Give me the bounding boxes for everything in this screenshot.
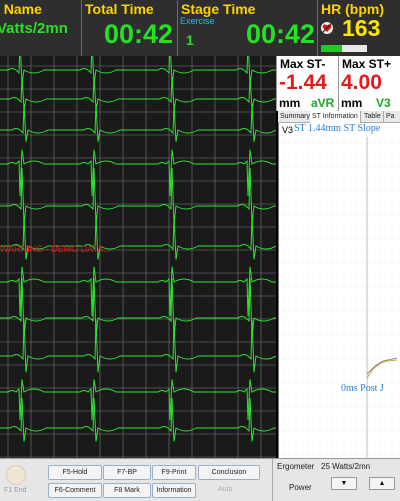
end-test-button[interactable]: F1 End: [4, 463, 28, 499]
max-st-minus-label: Max ST-: [280, 57, 326, 71]
ecg-trace: [0, 56, 276, 84]
print-button[interactable]: F9-Print: [152, 465, 196, 480]
total-time-value: 00:42: [103, 19, 173, 49]
ecg-trace: [0, 397, 276, 442]
ecg-trace: [0, 103, 276, 142]
st-panel-lead: V3: [282, 125, 294, 135]
max-st-minus-box: Max ST- -1.44 mm aVR: [276, 56, 338, 111]
ecg-trace: [0, 76, 276, 109]
stage-phase-label: Exercise: [180, 16, 215, 26]
end-icon: [6, 465, 26, 485]
max-st-plus-lead: V3: [376, 96, 391, 110]
stage-time-cell: Stage Time Exercise 1 00:42: [178, 0, 318, 56]
st-complex-plot: [279, 137, 400, 458]
power-down-button[interactable]: ▼: [331, 477, 357, 490]
heart-rate-cell: HR (bpm) 163: [318, 0, 400, 56]
max-st-plus-box: Max ST+ 4.00 mm V3: [338, 56, 400, 111]
max-st-plus-value: 4.00: [341, 71, 382, 94]
st-information-panel: V3 ST 1.44mm ST Slope 0ms Post J: [278, 123, 400, 458]
ergometer-label: Ergometer: [277, 462, 315, 471]
max-st-plus-label: Max ST+: [342, 57, 392, 71]
max-st-minus-unit: mm: [279, 96, 301, 110]
st-post-j-label: 0ms Post J: [341, 383, 384, 394]
heart-rate-value: 163: [342, 15, 381, 41]
end-test-label: F1 End: [4, 487, 27, 494]
control-bar: F1 End F5-Hold F7-BP F9-Print Conclusion…: [0, 458, 400, 501]
auto-toggle[interactable]: Auto: [218, 486, 232, 493]
ergometer-value: 25 Watts/2mn: [321, 462, 371, 471]
protocol-name-cell: l Name Vatts/2mn: [0, 0, 82, 56]
ecg-trace: [0, 266, 276, 317]
ecg-waveform-area[interactable]: WARNING - DEMO DATA...: [0, 56, 276, 458]
protocol-name-value: Vatts/2mn: [0, 20, 68, 37]
ecg-grid: [0, 56, 276, 458]
ecg-trace: [0, 319, 276, 373]
comment-button[interactable]: F6-Comment: [48, 483, 102, 498]
ecg-trace: [0, 167, 276, 224]
stage-time-label: Stage Time: [181, 1, 256, 17]
status-header: l Name Vatts/2mn Total Time 00:42 Stage …: [0, 0, 400, 56]
st-panel-headline: ST 1.44mm ST Slope: [294, 123, 381, 134]
ecg-grid-and-traces: [0, 56, 276, 458]
bp-button[interactable]: F7-BP: [103, 465, 151, 480]
mark-button[interactable]: F8 Mark: [103, 483, 151, 498]
heart-rate-bar-fill: [321, 45, 342, 52]
stage-time-value: 00:42: [245, 19, 315, 49]
total-time-cell: Total Time 00:42: [82, 0, 178, 56]
tab-pa[interactable]: Pa: [384, 111, 397, 123]
max-st-minus-lead: aVR: [311, 96, 335, 110]
power-label: Power: [289, 483, 312, 492]
total-time-label: Total Time: [85, 1, 154, 17]
ecg-trace: [0, 277, 276, 337]
hold-button[interactable]: F5-Hold: [48, 465, 102, 480]
demo-warning-text: WARNING - DEMO DATA...: [0, 244, 111, 254]
ecg-trace: [0, 149, 276, 197]
heart-rate-icon: [321, 22, 333, 34]
max-st-plus-unit: mm: [341, 96, 363, 110]
information-button[interactable]: Information: [152, 483, 196, 498]
ergometer-panel: Ergometer 25 Watts/2mn Power ▼ ▲: [272, 459, 400, 501]
stage-number: 1: [186, 32, 194, 48]
tab-st-information[interactable]: ST Information: [310, 111, 361, 123]
heart-rate-bar: [321, 45, 367, 52]
ecg-trace: [0, 379, 276, 421]
info-tabs: Summary ST Information Table Pa: [278, 111, 400, 123]
max-st-minus-value: -1.44: [279, 71, 327, 94]
protocol-name-label: l Name: [0, 1, 42, 17]
tab-table[interactable]: Table: [362, 111, 384, 123]
power-up-button[interactable]: ▲: [369, 477, 395, 490]
conclusion-button[interactable]: Conclusion: [198, 465, 260, 480]
tab-summary[interactable]: Summary: [278, 111, 313, 123]
